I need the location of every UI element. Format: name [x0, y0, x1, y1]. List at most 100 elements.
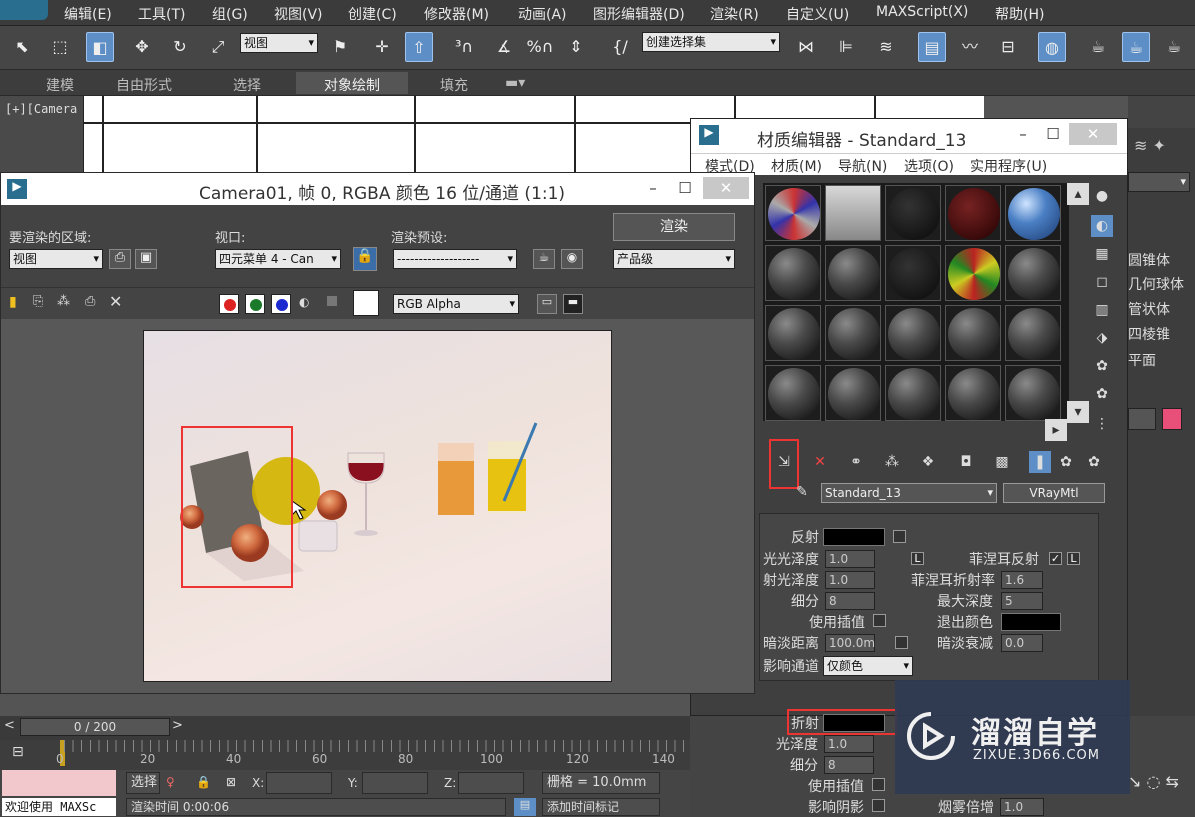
render-setup-icon[interactable]: ☕ [533, 249, 555, 269]
select-by-material-icon[interactable]: ✿ [1091, 383, 1113, 405]
toggle-overlay-icon[interactable]: ▬ [563, 294, 583, 314]
sample-slot[interactable] [765, 245, 821, 301]
tab-freeform[interactable]: 自由形式 [116, 75, 172, 95]
material-editor-icon[interactable]: ◍ [1038, 32, 1066, 62]
reset-map-icon[interactable]: ✕ [809, 451, 831, 473]
sample-slot[interactable] [765, 305, 821, 361]
backlight-icon[interactable]: ◐ [1091, 215, 1113, 237]
me-menu-options[interactable]: 选项(O) [904, 156, 954, 176]
me-menu-material[interactable]: 材质(M) [771, 156, 822, 176]
dim-distance-checkbox[interactable] [895, 636, 908, 649]
sample-slot[interactable] [945, 245, 1001, 301]
color-swatch[interactable] [353, 290, 379, 316]
reflect-map-button[interactable] [893, 530, 906, 543]
fog-mult-spinner[interactable]: 1.0 [1000, 798, 1044, 816]
x-coord-field[interactable] [266, 772, 332, 794]
sample-slot[interactable] [825, 245, 881, 301]
material-id-icon[interactable]: ❖ [917, 451, 939, 473]
nav-controls-icon[interactable]: ↘ ◌ ⇆ [1128, 772, 1179, 791]
layer-manager-icon[interactable]: ≋ [872, 32, 900, 62]
put-to-library-icon[interactable]: ⁂ [881, 451, 903, 473]
mono-icon[interactable] [327, 296, 337, 306]
menu-create[interactable]: 创建(C) [348, 4, 397, 24]
shapes-icon[interactable]: ≋ ✦ [1134, 136, 1166, 155]
prev-frame-icon[interactable]: < [4, 718, 15, 733]
add-time-tag[interactable]: 添加时间标记 [542, 798, 660, 816]
cp-item-geosphere[interactable]: 几何球体 [1128, 274, 1195, 296]
save-icon[interactable]: ▮ [9, 294, 17, 310]
show-shaded-icon[interactable]: ◘ [955, 451, 977, 473]
move-icon[interactable]: ✥ [128, 32, 156, 62]
options-icon[interactable]: ✿ [1091, 355, 1113, 377]
render-button[interactable]: 渲染 [613, 213, 735, 241]
welcome-text[interactable]: 欢迎使用 MAXSc [2, 798, 116, 816]
menu-edit[interactable]: 编辑(E) [64, 4, 112, 24]
sibling-icon[interactable]: ✿ [1083, 451, 1105, 473]
sample-slot[interactable] [825, 365, 881, 421]
tab-selection[interactable]: 选择 [233, 75, 261, 95]
sample-slot[interactable] [945, 185, 1001, 241]
auto-region-icon[interactable]: ▣ [135, 249, 157, 269]
edit-named-selection-icon[interactable]: {/ [606, 32, 634, 62]
menu-help[interactable]: 帮助(H) [995, 4, 1044, 24]
scene-explorer-icon[interactable]: ▤ [918, 32, 946, 62]
refract-interp-checkbox[interactable] [872, 778, 885, 791]
quality-dropdown[interactable]: 产品级 [613, 249, 735, 269]
isolate-icon[interactable]: ♀ [166, 775, 175, 789]
refl-gloss-spinner[interactable]: 1.0 [825, 571, 875, 589]
display-channel-dropdown[interactable]: RGB Alpha [393, 294, 519, 314]
cp-item-plane[interactable]: 平面 [1128, 350, 1195, 372]
sample-slot[interactable] [885, 245, 941, 301]
rendered-frame-icon[interactable]: ☕ [1122, 32, 1150, 62]
lock-viewport-icon[interactable]: 🔒 [353, 247, 377, 271]
z-coord-field[interactable] [458, 772, 524, 794]
window-crossing-icon[interactable]: ◧ [86, 32, 114, 62]
maximize-icon[interactable]: ☐ [1033, 123, 1073, 145]
tab-object-paint[interactable]: 对象绘制 [296, 72, 408, 94]
eyedropper-icon[interactable]: ✎ [791, 481, 813, 503]
clear-icon[interactable]: ✕ [109, 292, 122, 311]
menu-rendering[interactable]: 渲染(R) [710, 4, 759, 24]
absolute-mode-icon[interactable]: ⊠ [226, 775, 236, 789]
fresnel-checkbox[interactable]: ✓ [1049, 552, 1062, 565]
fresnel-lock-button[interactable]: L [1067, 552, 1080, 565]
green-channel-toggle[interactable] [245, 294, 265, 314]
sample-slot[interactable] [1005, 365, 1061, 421]
select-manipulate-icon[interactable]: ✛ [368, 32, 396, 62]
dim-distance-spinner[interactable]: 100.0m [825, 634, 875, 652]
me-menu-navigation[interactable]: 导航(N) [838, 156, 887, 176]
me-menu-utilities[interactable]: 实用程序(U) [970, 156, 1047, 176]
scroll-right-icon[interactable]: ▸ [1045, 419, 1067, 441]
make-unique-icon[interactable]: ⚭ [845, 451, 867, 473]
mini-curve-icon[interactable]: ⊟ [12, 744, 24, 760]
refract-gloss-spinner[interactable]: 1.0 [824, 735, 874, 753]
material-navigator-icon[interactable]: ⋮ [1091, 413, 1113, 435]
name-field[interactable] [1128, 408, 1156, 430]
time-tag-icon[interactable]: ▤ [514, 798, 536, 816]
go-forward-icon[interactable]: ✿ [1055, 451, 1077, 473]
video-color-check-icon[interactable]: ▥ [1091, 299, 1113, 321]
tab-modeling[interactable]: 建模 [46, 75, 74, 95]
close-icon[interactable]: ✕ [1069, 123, 1117, 145]
menu-customize[interactable]: 自定义(U) [786, 4, 849, 24]
render-production-icon[interactable]: ☕ [1160, 32, 1188, 62]
sample-slot[interactable] [885, 365, 941, 421]
sample-slot[interactable] [945, 365, 1001, 421]
menu-group[interactable]: 组(G) [212, 4, 248, 24]
time-slider[interactable]: < 0 / 200 > [0, 716, 690, 740]
material-name-field[interactable]: Standard_13 [821, 483, 997, 503]
named-selection-dropdown[interactable]: 创建选择集 [642, 32, 780, 52]
tab-populate[interactable]: 填充 [440, 75, 468, 95]
y-coord-field[interactable] [362, 772, 428, 794]
spinner-snap-icon[interactable]: ⇕ [562, 32, 590, 62]
align-icon[interactable]: ⊫ [832, 32, 860, 62]
curve-editor-icon[interactable]: 〰 [956, 32, 984, 62]
blue-channel-toggle[interactable] [271, 294, 291, 314]
cp-item-tube[interactable]: 管状体 [1128, 299, 1195, 321]
lock-selection-icon[interactable]: 🔒 [196, 775, 211, 789]
sample-slot[interactable] [765, 185, 821, 241]
sample-slot[interactable] [945, 305, 1001, 361]
sample-slot[interactable] [1005, 185, 1061, 241]
sample-slot[interactable] [885, 185, 941, 241]
angle-snap-icon[interactable]: ∡ [490, 32, 518, 62]
